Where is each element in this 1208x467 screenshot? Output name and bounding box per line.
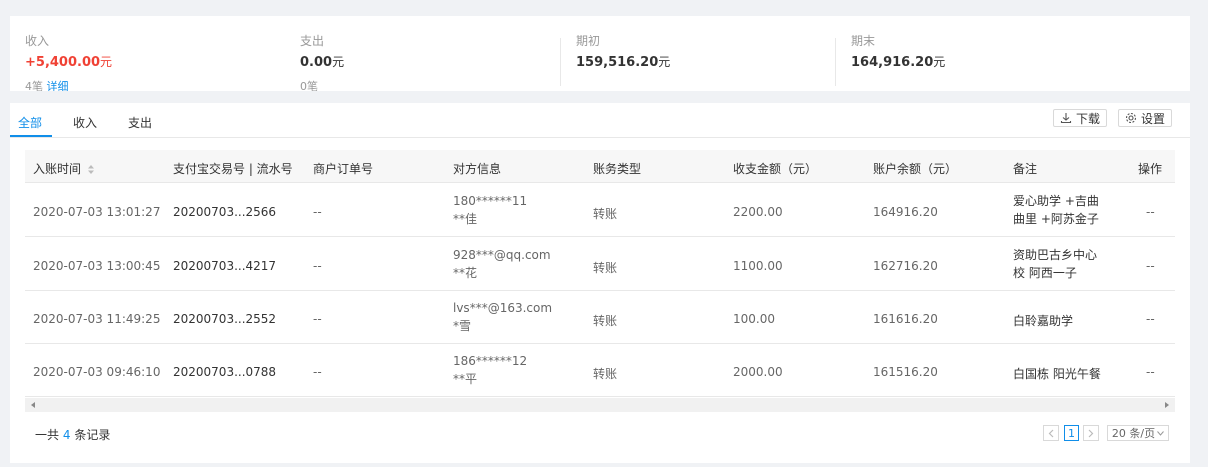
download-button[interactable]: 下载 bbox=[1053, 109, 1108, 127]
cell-memo: 资助巴古乡中心校 阿西一子 bbox=[1013, 248, 1098, 280]
cell-trade-no[interactable]: 20200703...2566 bbox=[173, 205, 276, 219]
cell-order-no: -- bbox=[313, 312, 322, 326]
cell-time: 2020-07-03 11:49:25 bbox=[33, 312, 161, 326]
cell-memo: 白国栋 阳光午餐 bbox=[1013, 367, 1101, 381]
cell-party: 180******11 **佳 bbox=[453, 194, 528, 226]
settings-label: 设置 bbox=[1141, 111, 1166, 126]
table-row: 2020-07-03 13:01:27 20200703...2566 -- 1… bbox=[25, 184, 1175, 237]
cell-trade-no[interactable]: 20200703...2552 bbox=[173, 312, 276, 326]
cell-trade-no[interactable]: 20200703...0788 bbox=[173, 365, 276, 379]
download-label: 下载 bbox=[1076, 111, 1101, 126]
cell-type: 转账 bbox=[593, 207, 618, 221]
active-tab-indicator bbox=[10, 135, 52, 137]
cell-amount: 2000.00 bbox=[733, 365, 783, 379]
expense-sub: 0笔 bbox=[300, 80, 318, 91]
income-detail-link[interactable]: 详细 bbox=[47, 80, 69, 91]
header-amount: 收支金额（元） bbox=[733, 162, 818, 176]
cell-time: 2020-07-03 09:46:10 bbox=[33, 365, 161, 379]
prev-page-button[interactable] bbox=[1043, 425, 1059, 441]
expense-value: 0.00元 bbox=[300, 55, 345, 70]
cell-action: -- bbox=[1146, 259, 1155, 273]
opening-stat: 期初 159,516.20元 bbox=[560, 34, 835, 86]
horizontal-scrollbar[interactable] bbox=[25, 398, 1175, 412]
cell-order-no: -- bbox=[313, 205, 322, 219]
page-number-button[interactable]: 1 bbox=[1064, 425, 1079, 441]
header-time[interactable]: 入账时间 bbox=[33, 160, 95, 177]
cell-action: -- bbox=[1146, 365, 1155, 379]
header-trade-no: 支付宝交易号 | 流水号 bbox=[173, 162, 293, 176]
tab-income[interactable]: 收入 bbox=[73, 114, 97, 131]
records-panel: 全部 收入 支出 下载 设置 入账时间 支付宝交易号 | 流水号 商户订单号 对… bbox=[10, 103, 1190, 463]
expense-label: 支出 bbox=[300, 34, 325, 48]
expense-stat: 支出 0.00元 0笔 bbox=[285, 16, 560, 91]
cell-order-no: -- bbox=[313, 259, 322, 273]
chevron-down-icon bbox=[1157, 430, 1164, 436]
cell-time: 2020-07-03 13:00:45 bbox=[33, 259, 161, 273]
closing-label: 期末 bbox=[851, 34, 876, 48]
header-memo: 备注 bbox=[1013, 162, 1038, 176]
sort-icon[interactable] bbox=[87, 164, 95, 175]
income-stat: 收入 +5,400.00元 4笔 详细 bbox=[10, 16, 285, 91]
cell-balance: 162716.20 bbox=[873, 259, 938, 273]
download-icon bbox=[1060, 113, 1072, 124]
header-order-no: 商户订单号 bbox=[313, 162, 374, 176]
closing-stat: 期末 164,916.20元 bbox=[835, 34, 1110, 86]
tab-all[interactable]: 全部 bbox=[18, 114, 42, 131]
cell-type: 转账 bbox=[593, 314, 618, 328]
header-balance: 账户余额（元） bbox=[873, 162, 958, 176]
cell-memo: 爱心助学 +吉曲 曲里 +阿苏金子 bbox=[1013, 194, 1099, 226]
opening-label: 期初 bbox=[576, 34, 601, 48]
cell-amount: 2200.00 bbox=[733, 205, 783, 219]
closing-value: 164,916.20元 bbox=[851, 55, 946, 70]
cell-balance: 164916.20 bbox=[873, 205, 938, 219]
header-party: 对方信息 bbox=[453, 162, 502, 176]
cell-memo: 白聆嘉助学 bbox=[1013, 314, 1074, 328]
cell-action: -- bbox=[1146, 312, 1155, 326]
table-row: 2020-07-03 09:46:10 20200703...0788 -- 1… bbox=[25, 344, 1175, 397]
cell-balance: 161616.20 bbox=[873, 312, 938, 326]
cell-order-no: -- bbox=[313, 365, 322, 379]
settings-button[interactable]: 设置 bbox=[1118, 109, 1173, 127]
cell-amount: 1100.00 bbox=[733, 259, 783, 273]
scroll-right-icon[interactable] bbox=[1165, 402, 1169, 408]
summary-card: 收入 +5,400.00元 4笔 详细 支出 0.00元 0笔 期初 159,5… bbox=[10, 16, 1190, 91]
chevron-right-icon bbox=[1088, 429, 1094, 437]
table-row: 2020-07-03 13:00:45 20200703...4217 -- 9… bbox=[25, 238, 1175, 291]
cell-amount: 100.00 bbox=[733, 312, 775, 326]
cell-action: -- bbox=[1146, 205, 1155, 219]
income-value: +5,400.00元 bbox=[25, 55, 113, 70]
records-table: 入账时间 支付宝交易号 | 流水号 商户订单号 对方信息 账务类型 收支金额（元… bbox=[25, 150, 1175, 398]
cell-type: 转账 bbox=[593, 261, 618, 275]
chevron-left-icon bbox=[1048, 429, 1054, 437]
next-page-button[interactable] bbox=[1083, 425, 1099, 441]
opening-value: 159,516.20元 bbox=[576, 55, 671, 70]
tab-expense[interactable]: 支出 bbox=[128, 114, 152, 131]
page-size-select[interactable]: 20 条/页 bbox=[1107, 425, 1169, 441]
cell-balance: 161516.20 bbox=[873, 365, 938, 379]
header-type: 账务类型 bbox=[593, 162, 642, 176]
header-action: 操作 bbox=[1138, 162, 1163, 176]
gear-icon bbox=[1125, 112, 1137, 124]
income-label: 收入 bbox=[25, 34, 50, 48]
table-row: 2020-07-03 11:49:25 20200703...2552 -- l… bbox=[25, 291, 1175, 344]
cell-time: 2020-07-03 13:01:27 bbox=[33, 205, 161, 219]
cell-trade-no[interactable]: 20200703...4217 bbox=[173, 259, 276, 273]
scroll-left-icon[interactable] bbox=[31, 402, 35, 408]
table-header: 入账时间 支付宝交易号 | 流水号 商户订单号 对方信息 账务类型 收支金额（元… bbox=[25, 150, 1175, 183]
cell-type: 转账 bbox=[593, 367, 618, 381]
cell-party: lvs***@163.com *雪 bbox=[453, 301, 553, 333]
record-count: 一共 4 条记录 bbox=[35, 428, 111, 442]
tab-bar: 全部 收入 支出 下载 设置 bbox=[10, 103, 1190, 138]
cell-party: 186******12 **平 bbox=[453, 354, 528, 386]
income-sub: 4笔 详细 bbox=[25, 80, 69, 91]
cell-party: 928***@qq.com **花 bbox=[453, 248, 551, 280]
